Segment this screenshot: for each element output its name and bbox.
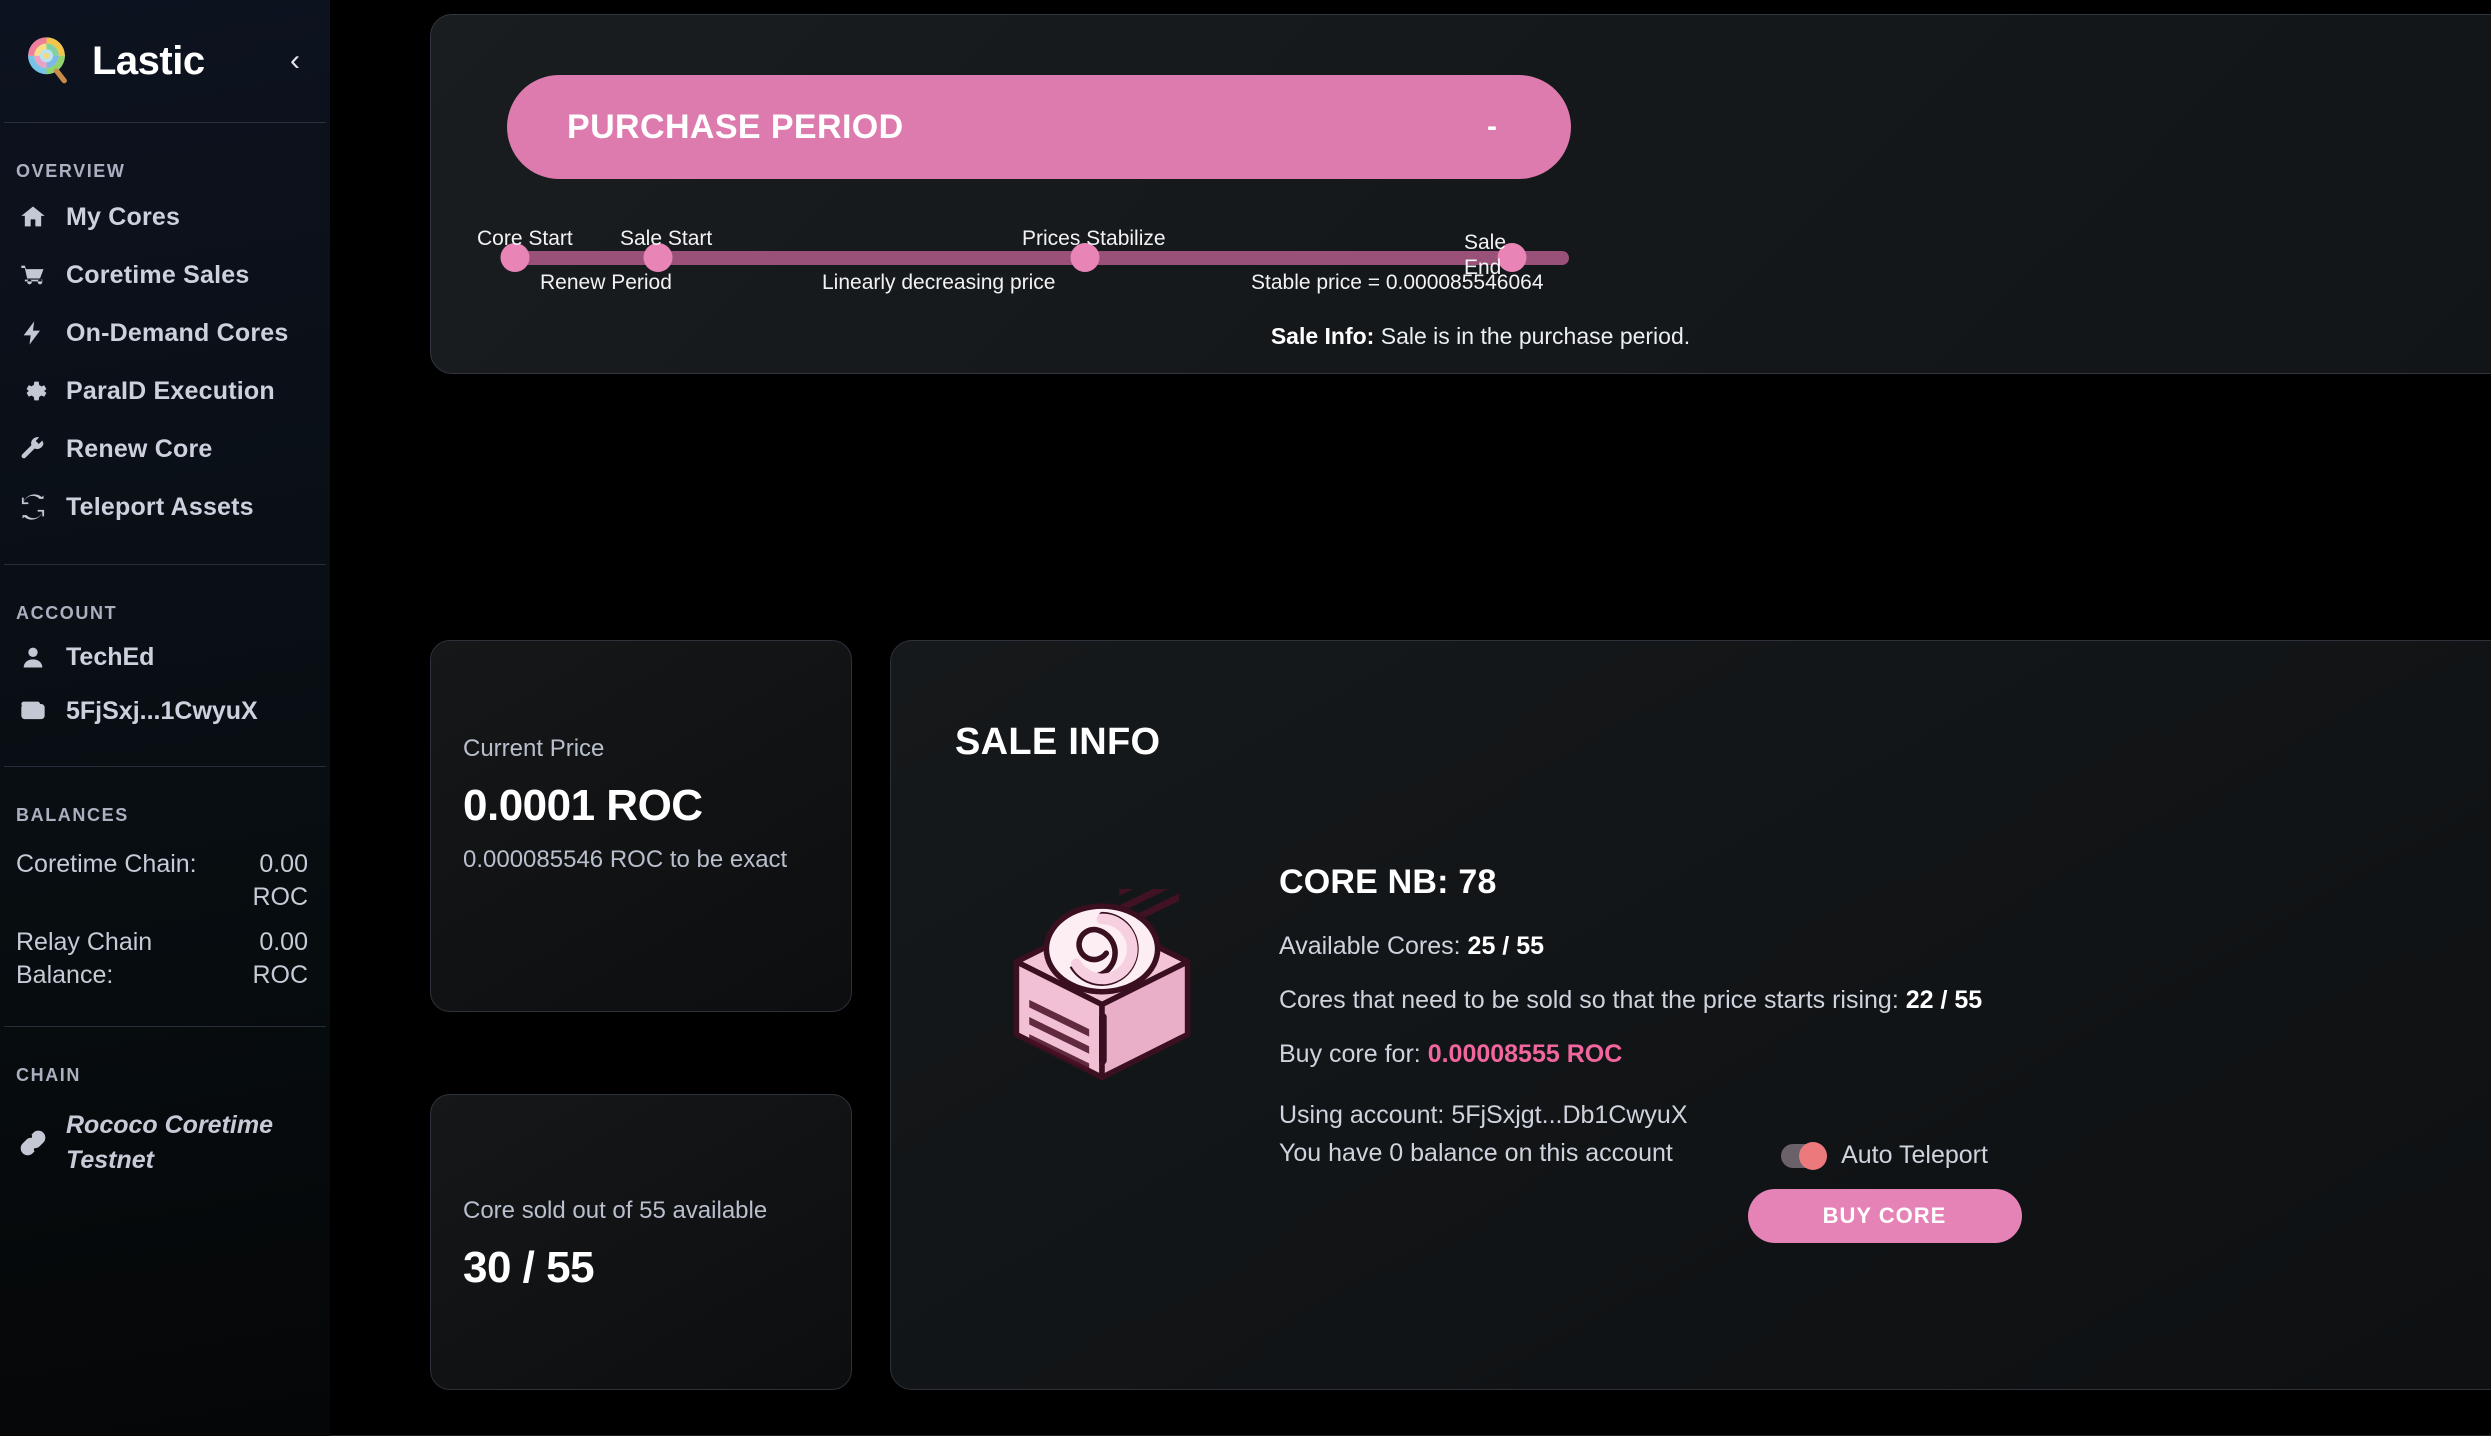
- current-price-value: 0.0001 ROC: [463, 781, 703, 831]
- coretime-cake-cube-icon: [995, 859, 1209, 1103]
- banner-countdown: -: [1487, 110, 1497, 143]
- sidebar-item-account-user[interactable]: TechEd: [0, 630, 330, 684]
- sidebar-item-label: Teleport Assets: [66, 492, 254, 521]
- core-number-label: CORE NB:: [1279, 863, 1449, 901]
- lollipop-icon: [22, 33, 78, 89]
- current-price-card: Current Price 0.0001 ROC 0.000085546 ROC…: [430, 640, 852, 1012]
- account-user-label: TechEd: [66, 642, 155, 671]
- purchase-period-panel: PURCHASE PERIOD - Core Start Sale Start …: [430, 14, 2491, 374]
- cores-sold-value: 30 / 55: [463, 1243, 595, 1293]
- sidebar-item-coretime-sales[interactable]: Coretime Sales: [0, 246, 330, 304]
- shopping-cart-icon: [18, 260, 48, 290]
- timeline-track: [515, 251, 1569, 265]
- need-sold-label: Cores that need to be sold so that the p…: [1279, 985, 1899, 1014]
- auto-teleport-toggle[interactable]: [1781, 1141, 1828, 1170]
- need-sold-value: 22 / 55: [1905, 985, 1983, 1014]
- need-sold-line: Cores that need to be sold so that the p…: [1279, 984, 2490, 1018]
- sale-info-body: CORE NB: 78 Available Cores: 25 / 55 Cor…: [1279, 863, 2490, 1172]
- balances-block: Coretime Chain: 0.00 ROC Relay Chain Bal…: [0, 832, 330, 998]
- balance-row: Coretime Chain: 0.00 ROC: [16, 842, 308, 920]
- brand-name: Lastic: [92, 38, 205, 83]
- balance-key: Coretime Chain:: [16, 850, 197, 878]
- core-number: CORE NB: 78: [1279, 863, 2490, 902]
- timeline-label-prices-stabilize: Prices Stabilize: [1022, 227, 1166, 250]
- timeline-label-core-start: Core Start: [477, 227, 573, 250]
- sidebar-item-label: Renew Core: [66, 434, 213, 463]
- section-title-chain: CHAIN: [16, 1065, 81, 1085]
- available-cores-label: Available Cores:: [1279, 932, 1461, 960]
- lightning-bolt-icon: [18, 318, 48, 348]
- core-number-value: 78: [1458, 863, 1497, 901]
- buy-core-price-value: 0.00008555 ROC: [1427, 1039, 1623, 1068]
- wrench-icon: [18, 434, 48, 464]
- buy-core-price-line: Buy core for: 0.00008555 ROC: [1279, 1038, 2490, 1072]
- available-cores-value: 25 / 55: [1467, 932, 1544, 960]
- refresh-icon: [18, 492, 48, 522]
- auto-teleport-label: Auto Teleport: [1841, 1141, 1988, 1169]
- wallet-icon: [18, 696, 48, 726]
- using-account-line: Using account: 5FjSxjgt...Db1CwyuX: [1279, 1101, 1688, 1130]
- brand[interactable]: Lastic ‹: [0, 0, 330, 122]
- balance-key: Relay Chain Balance:: [16, 928, 153, 989]
- balance-row: Relay Chain Balance: 0.00 ROC: [16, 920, 308, 998]
- current-price-label: Current Price: [463, 735, 605, 762]
- sidebar-item-label: ParaID Execution: [66, 376, 275, 405]
- auto-teleport-row: Auto Teleport: [1279, 1141, 2490, 1170]
- available-cores-line: Available Cores: 25 / 55: [1279, 930, 2490, 964]
- timeline-segment-linear-decrease: Linearly decreasing price: [822, 271, 1056, 294]
- toggle-knob: [1799, 1141, 1828, 1170]
- person-icon: [18, 642, 48, 672]
- wallet-address-label: 5FjSxj...1CwyuX: [66, 696, 258, 725]
- sidebar-item-my-cores[interactable]: My Cores: [0, 188, 330, 246]
- sale-info-panel: SALE INFO CORE NB: 78 Available Cores: 2…: [890, 640, 2491, 1390]
- sidebar-item-chain[interactable]: Rococo Coretime Testnet: [0, 1092, 330, 1177]
- banner-title: PURCHASE PERIOD: [567, 107, 904, 146]
- sidebar-item-teleport-assets[interactable]: Teleport Assets: [0, 478, 330, 536]
- sale-timeline: Core Start Sale Start Prices Stabilize S…: [477, 213, 1575, 303]
- timeline-segment-stable-price: Stable price = 0.000085546064: [1251, 271, 1544, 294]
- sidebar-item-wallet-address[interactable]: 5FjSxj...1CwyuX: [0, 684, 330, 738]
- chevron-left-icon[interactable]: ‹: [290, 46, 304, 76]
- chain-name-label: Rococo Coretime Testnet: [66, 1111, 273, 1174]
- sidebar-item-paraid-execution[interactable]: ParaID Execution: [0, 362, 330, 420]
- buy-core-button[interactable]: BUY CORE: [1747, 1189, 2022, 1243]
- sale-note-text: Sale is in the purchase period.: [1380, 323, 1691, 349]
- sidebar-item-label: On-Demand Cores: [66, 318, 289, 347]
- link-icon: [18, 1128, 48, 1158]
- cores-sold-label: Core sold out of 55 available: [463, 1197, 768, 1224]
- current-price-exact: 0.000085546 ROC to be exact: [463, 846, 788, 874]
- balance-value: 0.00 ROC: [252, 850, 308, 911]
- purchase-period-banner: PURCHASE PERIOD -: [507, 75, 1571, 179]
- sale-status-note: Sale Info: Sale is in the purchase perio…: [431, 323, 2491, 350]
- sidebar-item-label: Coretime Sales: [66, 260, 250, 289]
- sidebar-item-label: My Cores: [66, 202, 181, 231]
- section-title-balances: BALANCES: [16, 805, 129, 825]
- balance-value: 0.00 ROC: [252, 928, 308, 989]
- gear-icon: [18, 376, 48, 406]
- app-root: Lastic ‹ OVERVIEW My Cores Coretime Sale…: [0, 0, 2491, 1436]
- main-content: PURCHASE PERIOD - Core Start Sale Start …: [330, 0, 2491, 1436]
- sale-info-title: SALE INFO: [955, 721, 1161, 763]
- timeline-segment-renew-period: Renew Period: [540, 271, 672, 294]
- sidebar-item-renew-core[interactable]: Renew Core: [0, 420, 330, 478]
- home-icon: [18, 202, 48, 232]
- sidebar-item-on-demand-cores[interactable]: On-Demand Cores: [0, 304, 330, 362]
- sidebar: Lastic ‹ OVERVIEW My Cores Coretime Sale…: [0, 0, 330, 1436]
- timeline-label-sale-start: Sale Start: [620, 227, 713, 250]
- cores-sold-card: Core sold out of 55 available 30 / 55: [430, 1094, 852, 1390]
- section-title-account: ACCOUNT: [16, 603, 118, 623]
- buy-core-price-label: Buy core for:: [1279, 1039, 1421, 1068]
- section-title-overview: OVERVIEW: [16, 161, 126, 181]
- sale-note-label: Sale Info:: [1270, 323, 1375, 349]
